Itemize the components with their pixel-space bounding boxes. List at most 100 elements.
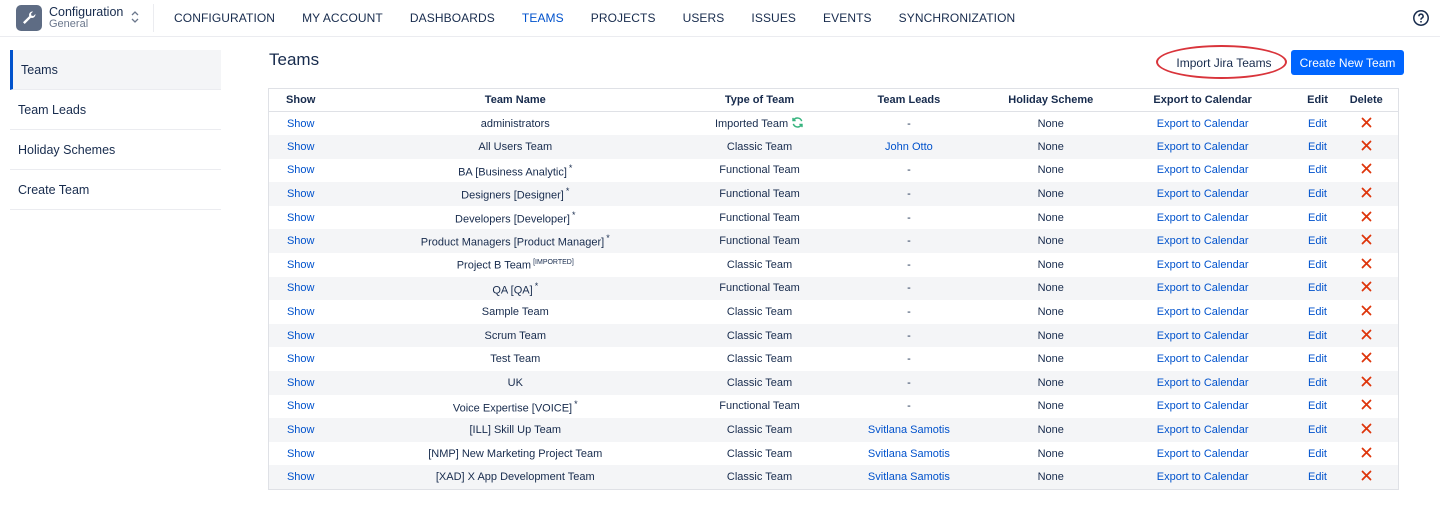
show-link[interactable]: Show [287,118,315,130]
nav-item-my-account[interactable]: MY ACCOUNT [302,11,383,25]
delete-x-icon[interactable] [1361,258,1372,272]
export-to-calendar-link[interactable]: Export to Calendar [1157,400,1249,412]
cell-team-type: Functional Team [698,229,821,254]
show-link[interactable]: Show [287,212,315,224]
cell-team-lead: - [821,300,997,324]
edit-link[interactable]: Edit [1308,235,1327,247]
export-to-calendar-link[interactable]: Export to Calendar [1157,424,1249,436]
edit-link[interactable]: Edit [1308,259,1327,271]
delete-x-icon[interactable] [1361,470,1372,484]
show-link[interactable]: Show [287,259,315,271]
show-link[interactable]: Show [287,306,315,318]
show-link[interactable]: Show [287,400,315,412]
cell-edit: Edit [1300,135,1335,159]
cell-team-name: Test Team [332,347,698,371]
functional-marker: * [574,398,578,409]
help-icon[interactable] [1412,9,1430,27]
show-link[interactable]: Show [287,377,315,389]
sidebar-item-holiday-schemes[interactable]: Holiday Schemes [10,130,221,170]
export-to-calendar-link[interactable]: Export to Calendar [1157,330,1249,342]
delete-x-icon[interactable] [1361,305,1372,319]
delete-x-icon[interactable] [1361,140,1372,154]
create-new-team-button[interactable]: Create New Team [1291,50,1404,75]
team-type: Functional Team [719,235,800,248]
cell-edit: Edit [1301,253,1335,277]
sidebar-item-team-leads[interactable]: Team Leads [10,90,221,130]
team-lead-link[interactable]: Svitlana Samotis [868,424,950,436]
export-to-calendar-link[interactable]: Export to Calendar [1157,353,1249,365]
edit-link[interactable]: Edit [1308,282,1327,294]
export-to-calendar-link[interactable]: Export to Calendar [1157,448,1249,460]
export-to-calendar-link[interactable]: Export to Calendar [1157,212,1249,224]
delete-x-icon[interactable] [1361,376,1372,390]
imported-badge: [IMPORTED] [533,258,574,266]
cell-team-type: Functional Team [698,206,821,230]
export-to-calendar-link[interactable]: Export to Calendar [1157,118,1249,130]
delete-x-icon[interactable] [1361,447,1372,461]
team-lead-link[interactable]: John Otto [885,141,933,153]
export-to-calendar-link[interactable]: Export to Calendar [1157,259,1249,271]
show-link[interactable]: Show [287,448,315,460]
app-switcher[interactable]: Configuration General [16,4,154,32]
nav-item-users[interactable]: USERS [683,11,725,25]
cell-show: Show [269,253,333,277]
show-link[interactable]: Show [287,141,315,153]
show-link[interactable]: Show [287,235,315,247]
edit-link[interactable]: Edit [1308,353,1327,365]
nav-item-dashboards[interactable]: DASHBOARDS [410,11,495,25]
export-to-calendar-link[interactable]: Export to Calendar [1157,164,1249,176]
export-to-calendar-link[interactable]: Export to Calendar [1157,471,1249,483]
chevron-updown-icon [130,10,140,27]
delete-x-icon[interactable] [1361,234,1372,248]
show-link[interactable]: Show [287,424,315,436]
show-link[interactable]: Show [287,330,315,342]
edit-link[interactable]: Edit [1308,400,1327,412]
delete-x-icon[interactable] [1361,399,1372,413]
edit-link[interactable]: Edit [1308,164,1327,176]
export-to-calendar-link[interactable]: Export to Calendar [1157,188,1249,200]
team-lead-link[interactable]: Svitlana Samotis [868,471,950,483]
edit-link[interactable]: Edit [1308,424,1327,436]
edit-link[interactable]: Edit [1308,118,1327,130]
export-to-calendar-link[interactable]: Export to Calendar [1157,235,1249,247]
export-to-calendar-link[interactable]: Export to Calendar [1157,306,1249,318]
nav-item-events[interactable]: EVENTS [823,11,872,25]
edit-link[interactable]: Edit [1308,448,1327,460]
delete-x-icon[interactable] [1361,423,1372,437]
delete-x-icon[interactable] [1361,117,1372,131]
nav-item-issues[interactable]: ISSUES [751,11,796,25]
delete-x-icon[interactable] [1361,329,1372,343]
show-link[interactable]: Show [287,164,315,176]
export-to-calendar-link[interactable]: Export to Calendar [1157,141,1249,153]
delete-x-icon[interactable] [1361,163,1372,177]
sidebar-item-teams[interactable]: Teams [10,50,221,90]
team-type: Classic Team [726,447,793,460]
delete-x-icon[interactable] [1361,281,1372,295]
edit-link[interactable]: Edit [1308,471,1327,483]
export-to-calendar-link[interactable]: Export to Calendar [1157,282,1249,294]
sidebar-item-create-team[interactable]: Create Team [10,170,221,210]
cell-team-lead: - [820,371,997,395]
sync-icon[interactable] [791,116,804,132]
delete-x-icon[interactable] [1361,211,1372,225]
export-to-calendar-link[interactable]: Export to Calendar [1157,377,1249,389]
nav-item-synchronization[interactable]: SYNCHRONIZATION [899,11,1016,25]
show-link[interactable]: Show [287,282,315,294]
nav-item-configuration[interactable]: CONFIGURATION [174,11,275,25]
edit-link[interactable]: Edit [1308,330,1327,342]
nav-item-teams[interactable]: TEAMS [522,11,564,25]
edit-link[interactable]: Edit [1308,306,1327,318]
nav-item-projects[interactable]: PROJECTS [591,11,656,25]
delete-x-icon[interactable] [1361,187,1372,201]
show-link[interactable]: Show [287,471,315,483]
show-link[interactable]: Show [287,353,315,365]
show-link[interactable]: Show [287,188,315,200]
import-jira-teams-button[interactable]: Import Jira Teams [1165,51,1283,75]
team-lead-link[interactable]: Svitlana Samotis [868,448,950,460]
edit-link[interactable]: Edit [1308,141,1327,153]
delete-x-icon[interactable] [1361,352,1372,366]
edit-link[interactable]: Edit [1308,188,1327,200]
edit-link[interactable]: Edit [1308,212,1327,224]
edit-link[interactable]: Edit [1308,377,1327,389]
team-name: Product Managers [Product Manager] [420,237,605,250]
